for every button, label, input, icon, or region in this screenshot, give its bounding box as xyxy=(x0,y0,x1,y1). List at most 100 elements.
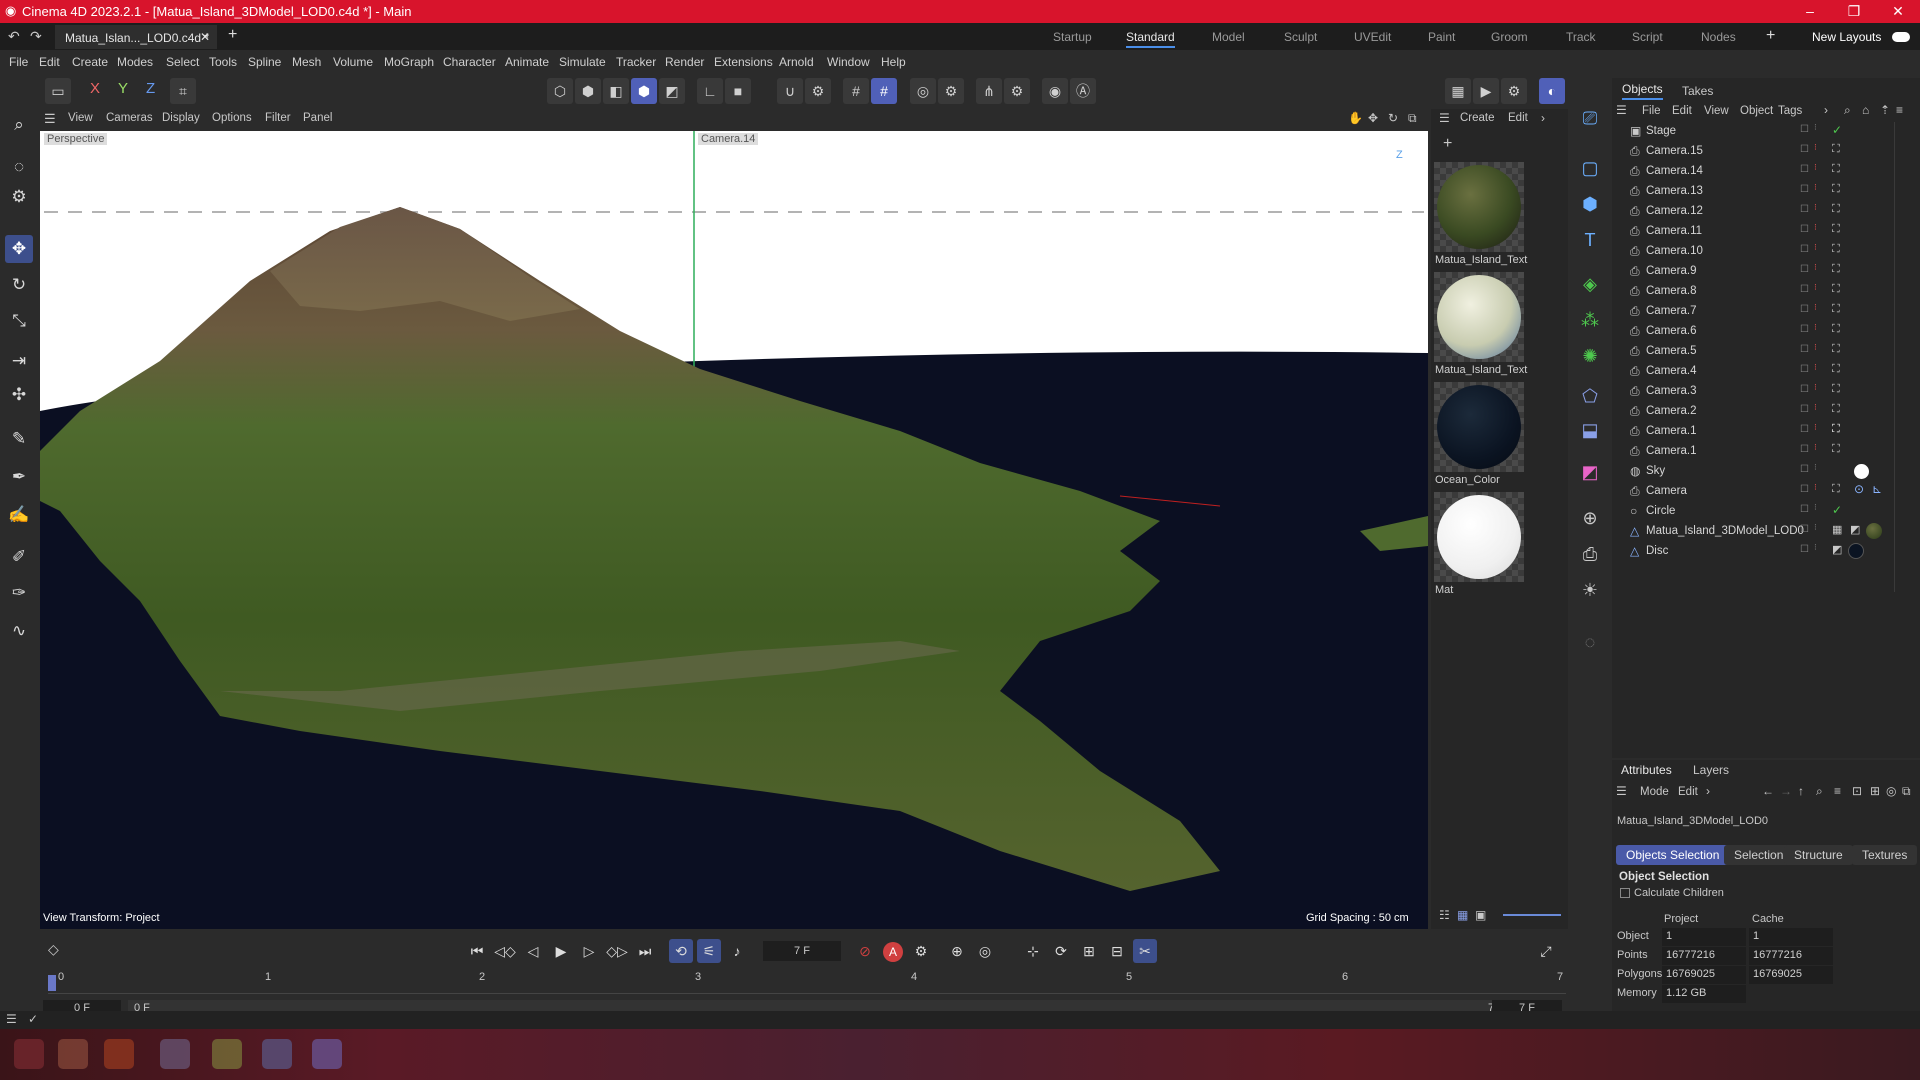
layer-check-icon[interactable]: ☐ xyxy=(1800,224,1809,235)
spline-pen-icon[interactable]: ✎ xyxy=(5,425,33,453)
orbit-view-icon[interactable]: ↻ xyxy=(1388,111,1398,125)
visibility-dots-icon[interactable]: ⁝ xyxy=(1814,182,1817,193)
material-tag-icon[interactable] xyxy=(1866,523,1882,539)
menu-render[interactable]: Render xyxy=(665,55,704,69)
object-row-camera-11[interactable]: ⎙ Camera.11 ☐ ⁝ ⛶ xyxy=(1612,222,1920,242)
redo-icon[interactable]: ↷ xyxy=(30,28,42,45)
visibility-dots-icon[interactable]: ⁝ xyxy=(1814,222,1817,233)
axis-lock-z[interactable]: Z xyxy=(146,80,155,97)
attributes-hamburger-icon[interactable]: ☰ xyxy=(1616,784,1627,798)
menu-extensions[interactable]: Extensions xyxy=(714,55,773,69)
tag-icon[interactable]: ◌ xyxy=(1576,628,1604,656)
taskbar-app-icon[interactable] xyxy=(312,1039,342,1069)
sound-icon[interactable]: ♪ xyxy=(725,939,749,963)
visibility-dots-icon[interactable]: ⁝ xyxy=(1814,402,1817,413)
key-pla-icon[interactable]: ⊞ xyxy=(1077,939,1101,963)
list-view-icon[interactable]: ☷ xyxy=(1439,908,1450,922)
polygons-mode-icon[interactable]: ◧ xyxy=(603,78,629,104)
camera-target-tag-icon[interactable]: ⛶ xyxy=(1832,283,1840,296)
object-row-camera-4[interactable]: ⎙ Camera.4 ☐ ⁝ ⛶ xyxy=(1612,362,1920,382)
menu-file[interactable]: File xyxy=(9,55,28,69)
layer-check-icon[interactable]: ☐ xyxy=(1800,204,1809,215)
visibility-dots-icon[interactable]: ⁝ xyxy=(1814,422,1817,433)
camera-target-tag-icon[interactable]: ⛶ xyxy=(1832,263,1840,276)
minimize-button[interactable]: – xyxy=(1788,0,1832,23)
layer-check-icon[interactable]: ☐ xyxy=(1800,544,1809,555)
texture-tag-icon[interactable]: ▦ xyxy=(1832,523,1842,536)
layout-sculpt[interactable]: Sculpt xyxy=(1284,30,1317,44)
search-icon[interactable]: ⌕ xyxy=(5,111,33,139)
viewport-menu-view[interactable]: View xyxy=(68,112,93,124)
menu-mograph[interactable]: MoGraph xyxy=(384,55,434,69)
material-tag-icon[interactable] xyxy=(1854,464,1869,479)
attributes-menu-mode[interactable]: Mode xyxy=(1640,786,1669,798)
object-row-camera-12[interactable]: ⎙ Camera.12 ☐ ⁝ ⛶ xyxy=(1612,202,1920,222)
layout-toggle[interactable] xyxy=(1892,32,1910,42)
viewport-menu-filter[interactable]: Filter xyxy=(265,112,291,124)
key-parameter-icon[interactable]: ⟳ xyxy=(1049,939,1073,963)
keyframe-icon[interactable]: ◇ xyxy=(48,941,59,958)
object-row-matua-island[interactable]: △ Matua_Island_3DModel_LOD0 ☐ ⁝ ▦ ◩ xyxy=(1612,522,1920,542)
taskbar-app-icon[interactable] xyxy=(14,1039,44,1069)
camera-target-tag-icon[interactable]: ⛶ xyxy=(1832,163,1840,176)
move-tool-icon[interactable]: ✥ xyxy=(5,235,33,263)
layout-standard[interactable]: Standard xyxy=(1126,30,1175,48)
camera-target-tag-icon[interactable]: ⛶ xyxy=(1832,383,1840,396)
phong-tag-icon[interactable]: ◩ xyxy=(1850,523,1860,536)
more-chevron-icon[interactable]: › xyxy=(1706,784,1710,798)
layer-check-icon[interactable]: ☐ xyxy=(1800,264,1809,275)
material-thumb-3[interactable] xyxy=(1434,382,1524,472)
target-tag-icon[interactable]: ⊙ xyxy=(1854,482,1864,496)
home-icon[interactable]: ⌂ xyxy=(1862,103,1869,117)
render-to-picture-viewer-icon[interactable]: ▶ xyxy=(1473,78,1499,104)
layer-check-icon[interactable]: ☐ xyxy=(1800,364,1809,375)
filter-icon[interactable]: ≡ xyxy=(1896,103,1903,117)
dolly-view-icon[interactable]: ✥ xyxy=(1368,111,1378,125)
camera-target-tag-icon[interactable]: ⛶ xyxy=(1832,303,1840,316)
symmetry-settings-icon[interactable]: ⚙ xyxy=(1004,78,1030,104)
grid-view-icon[interactable]: ▦ xyxy=(1457,908,1468,922)
layer-check-icon[interactable]: ☐ xyxy=(1800,384,1809,395)
layout-script[interactable]: Script xyxy=(1632,30,1663,44)
popout-icon[interactable]: ⧉ xyxy=(1902,784,1911,799)
record-icon[interactable]: ⊘ xyxy=(853,939,877,963)
layout-track[interactable]: Track xyxy=(1566,30,1596,44)
object-row-camera-10[interactable]: ⎙ Camera.10 ☐ ⁝ ⛶ xyxy=(1612,242,1920,262)
camera-target-tag-icon[interactable]: ⛶ xyxy=(1832,403,1840,416)
menu-edit[interactable]: Edit xyxy=(39,55,60,69)
axis-lock-y[interactable]: Y xyxy=(118,80,128,97)
material-menu-edit[interactable]: Edit xyxy=(1508,112,1528,124)
menu-window[interactable]: Window xyxy=(827,55,870,69)
layer-check-icon[interactable]: ☐ xyxy=(1800,284,1809,295)
spline-rectangle-icon[interactable]: ▢ xyxy=(1576,154,1604,182)
restore-button[interactable]: ❐ xyxy=(1832,0,1876,23)
viewport-menu-display[interactable]: Display xyxy=(162,112,200,124)
next-key-button[interactable]: ◇▷ xyxy=(605,939,629,963)
up-arrow-icon[interactable]: ↑ xyxy=(1798,784,1804,798)
symmetry-icon[interactable]: ⋔ xyxy=(976,78,1002,104)
selection-settings-icon[interactable]: ⚙ xyxy=(5,183,33,211)
phong-tag-icon[interactable]: ◩ xyxy=(1832,543,1842,556)
visibility-dots-icon[interactable]: ⁝ xyxy=(1814,522,1817,533)
camera-target-tag-icon[interactable]: ⛶ xyxy=(1832,223,1840,236)
more-chevron-icon[interactable]: › xyxy=(1541,111,1545,125)
taskbar-app-icon[interactable] xyxy=(212,1039,242,1069)
spline-sketch-icon[interactable]: ✒ xyxy=(5,463,33,491)
layer-check-icon[interactable]: ☐ xyxy=(1800,164,1809,175)
status-check-icon[interactable]: ✓ xyxy=(28,1012,38,1026)
material-thumb-4[interactable] xyxy=(1434,492,1524,582)
pan-view-icon[interactable]: ✋ xyxy=(1348,111,1363,125)
model-mode-icon[interactable]: ▭ xyxy=(45,78,71,104)
auto-icon[interactable]: Ⓐ xyxy=(1070,78,1096,104)
search-icon[interactable]: ⌕ xyxy=(1844,103,1851,118)
edit-render-settings-icon[interactable]: ⚙ xyxy=(1501,78,1527,104)
visibility-dots-icon[interactable]: ⁝ xyxy=(1814,162,1817,173)
close-button[interactable]: ✕ xyxy=(1876,0,1920,23)
objects-menu-edit[interactable]: Edit xyxy=(1672,105,1692,117)
redshift-icon[interactable]: ◐ xyxy=(1539,78,1565,104)
key-rotation-icon[interactable]: ◎ xyxy=(973,939,997,963)
lasso-icon[interactable]: ∿ xyxy=(5,617,33,645)
timeline-graph-icon[interactable]: ⤢ xyxy=(1534,939,1558,963)
object-mode-icon[interactable]: ⬢ xyxy=(631,78,657,104)
material-thumb-2[interactable] xyxy=(1434,272,1524,362)
